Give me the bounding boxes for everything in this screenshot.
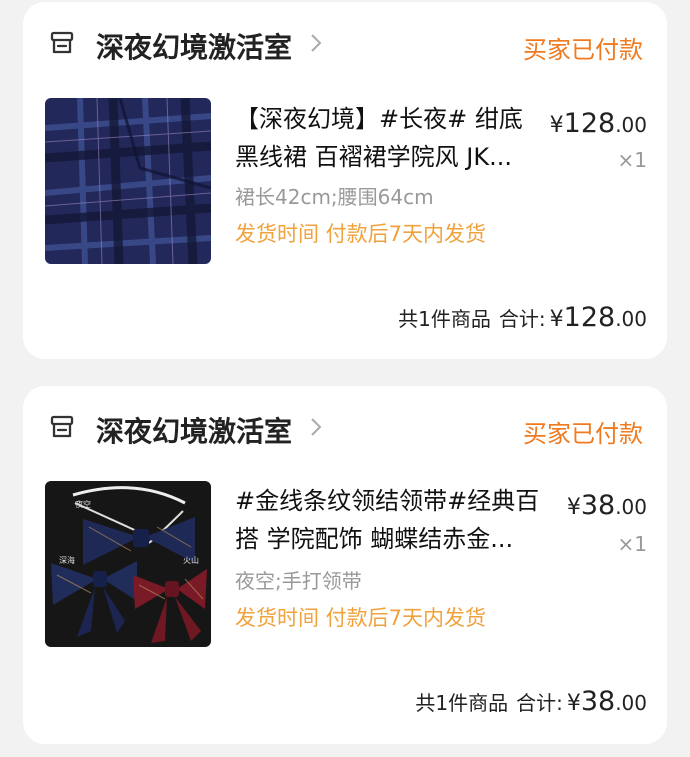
price-integer: 38 bbox=[580, 490, 616, 521]
total-decimal: .00 bbox=[615, 691, 647, 715]
price-currency: ¥ bbox=[549, 113, 564, 138]
total-label: 合计: bbox=[516, 691, 563, 715]
order-status: 买家已付款 bbox=[523, 420, 643, 448]
product-image[interactable] bbox=[45, 98, 211, 264]
store-icon bbox=[50, 31, 74, 54]
price-integer: 128 bbox=[563, 108, 616, 139]
store-name[interactable]: 深夜幻境激活室 bbox=[96, 26, 292, 66]
unit-price: ¥128.00 bbox=[550, 108, 647, 139]
store-name[interactable]: 深夜幻境激活室 bbox=[96, 410, 292, 450]
total-currency: ¥ bbox=[566, 691, 581, 716]
order-card[interactable]: 深夜幻境激活室 买家已付款 bbox=[23, 386, 667, 744]
item-count: 共1件商品 bbox=[398, 307, 491, 331]
order-total: 共1件商品 合计: ¥38.00 bbox=[415, 686, 647, 717]
product-sku: 夜空;手打领带 bbox=[235, 569, 362, 593]
chevron-right-icon[interactable] bbox=[310, 417, 322, 437]
quantity: ×1 bbox=[617, 148, 647, 172]
total-label: 合计: bbox=[498, 307, 546, 331]
product-title[interactable]: 【深夜幻境】#长夜# 绀底黑线裙 百褶裙学院风 JK... bbox=[235, 100, 535, 176]
product-image[interactable]: 夜空 深海 火山 bbox=[45, 481, 211, 647]
item-count: 共1件商品 bbox=[415, 691, 509, 715]
image-label: 火山 bbox=[183, 555, 199, 565]
order-card[interactable]: 深夜幻境激活室 买家已付款 bbox=[23, 2, 667, 359]
unit-price: ¥38.00 bbox=[567, 490, 647, 521]
product-sku: 裙长42cm;腰围64cm bbox=[235, 185, 434, 209]
total-integer: 38 bbox=[580, 686, 616, 717]
image-label: 夜空 bbox=[75, 499, 91, 509]
price-currency: ¥ bbox=[566, 495, 581, 520]
total-decimal: .00 bbox=[615, 307, 647, 331]
quantity: ×1 bbox=[617, 532, 647, 556]
product-title[interactable]: #金线条纹领结领带#经典百搭 学院配饰 蝴蝶结赤金... bbox=[235, 482, 551, 558]
price-decimal: .00 bbox=[615, 113, 647, 137]
shipping-time: 发货时间 付款后7天内发货 bbox=[235, 606, 487, 630]
shipping-time: 发货时间 付款后7天内发货 bbox=[235, 222, 487, 246]
store-icon bbox=[50, 415, 74, 438]
order-status: 买家已付款 bbox=[523, 36, 643, 64]
image-label: 深海 bbox=[59, 555, 75, 565]
price-decimal: .00 bbox=[615, 495, 647, 519]
total-integer: 128 bbox=[563, 302, 616, 333]
total-currency: ¥ bbox=[549, 307, 564, 332]
chevron-right-icon[interactable] bbox=[310, 33, 322, 53]
order-total: 共1件商品 合计: ¥128.00 bbox=[398, 302, 647, 333]
